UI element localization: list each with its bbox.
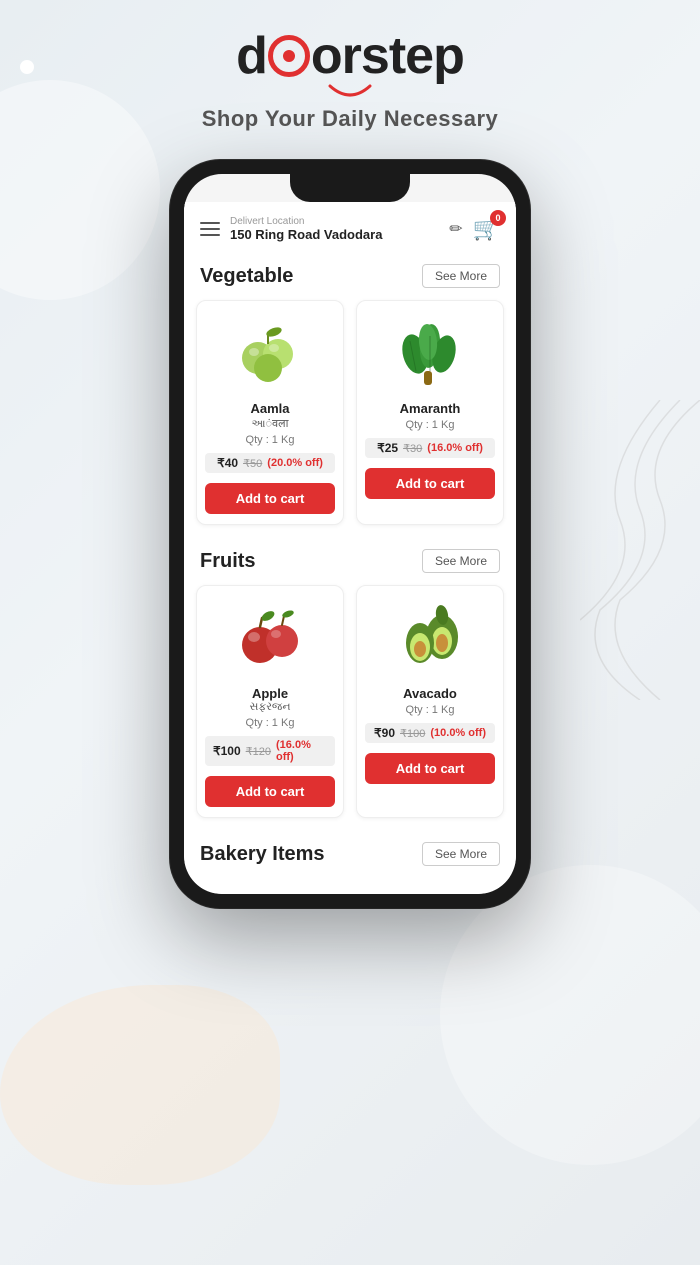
aamla-image <box>225 313 315 393</box>
amaranth-price-row: ₹25 ₹30 (16.0% off) <box>365 438 495 458</box>
product-card-aamla: Aamla આंवला Qty : 1 Kg ₹40 ₹50 (20.0% of… <box>196 300 344 525</box>
aamla-price-row: ₹40 ₹50 (20.0% off) <box>205 453 335 473</box>
fruits-section-header: Fruits See More <box>184 537 516 581</box>
vegetable-see-more-button[interactable]: See More <box>422 264 500 288</box>
logo: d orstep <box>202 30 499 82</box>
screen-content: Delivert Location 150 Ring Road Vadodara… <box>184 202 516 894</box>
apple-price-current: ₹100 <box>213 744 241 758</box>
aamla-name-sub: આंवला <box>252 416 289 431</box>
vegetable-product-grid: Aamla આंवला Qty : 1 Kg ₹40 ₹50 (20.0% of… <box>184 296 516 537</box>
top-bar: Delivert Location 150 Ring Road Vadodara… <box>184 202 516 252</box>
aamla-name: Aamla <box>250 401 289 416</box>
amaranth-price-discount: (16.0% off) <box>427 442 483 454</box>
avacado-add-to-cart-button[interactable]: Add to cart <box>365 753 495 784</box>
location-address: 150 Ring Road Vadodara <box>230 227 449 242</box>
aamla-price-current: ₹40 <box>217 456 238 470</box>
app-header: d orstep Shop Your Daily Necessary <box>202 30 499 132</box>
bg-decoration-blob <box>0 985 280 1185</box>
avacado-image <box>385 598 475 678</box>
amaranth-svg <box>390 316 470 391</box>
cart-icon-wrap[interactable]: 🛒 0 <box>473 216 500 242</box>
product-card-avacado: Avacado Qty : 1 Kg ₹90 ₹100 (10.0% off) … <box>356 585 504 818</box>
amaranth-qty: Qty : 1 Kg <box>406 419 455 431</box>
apple-name: Apple <box>252 686 288 701</box>
fruits-product-grid: Apple સફરજન Qty : 1 Kg ₹100 ₹120 (16.0% … <box>184 581 516 830</box>
product-card-apple: Apple સફરજન Qty : 1 Kg ₹100 ₹120 (16.0% … <box>196 585 344 818</box>
hamburger-line1 <box>200 222 220 224</box>
apple-qty: Qty : 1 Kg <box>246 717 295 729</box>
phone-screen: Delivert Location 150 Ring Road Vadodara… <box>184 174 516 894</box>
logo-o-icon <box>268 35 310 77</box>
bakery-see-more-button[interactable]: See More <box>422 842 500 866</box>
apple-image <box>225 598 315 678</box>
aamla-price-discount: (20.0% off) <box>267 457 323 469</box>
avacado-price-old: ₹100 <box>400 727 425 740</box>
tagline: Shop Your Daily Necessary <box>202 106 499 132</box>
apple-price-old: ₹120 <box>246 745 271 758</box>
amaranth-price-current: ₹25 <box>377 441 398 455</box>
top-icons: ✏ 🛒 0 <box>449 216 500 242</box>
hamburger-line2 <box>200 228 220 230</box>
bakery-title: Bakery Items <box>200 843 325 866</box>
avacado-name: Avacado <box>403 686 457 701</box>
aamla-qty: Qty : 1 Kg <box>246 434 295 446</box>
fruits-title: Fruits <box>200 550 256 573</box>
vegetable-title: Vegetable <box>200 265 293 288</box>
logo-orstep: orstep <box>311 30 464 82</box>
aamla-add-to-cart-button[interactable]: Add to cart <box>205 483 335 514</box>
phone-mockup: Delivert Location 150 Ring Road Vadodara… <box>170 160 530 908</box>
phone-notch <box>290 174 410 202</box>
bakery-section-header: Bakery Items See More <box>184 830 516 874</box>
amaranth-add-to-cart-button[interactable]: Add to cart <box>365 468 495 499</box>
avacado-svg <box>390 601 470 676</box>
avacado-qty: Qty : 1 Kg <box>406 704 455 716</box>
amaranth-price-old: ₹30 <box>403 442 422 455</box>
phone-outer: Delivert Location 150 Ring Road Vadodara… <box>170 160 530 908</box>
logo-smile-icon <box>325 84 375 102</box>
bg-decoration-dot <box>20 60 34 74</box>
apple-add-to-cart-button[interactable]: Add to cart <box>205 776 335 807</box>
vegetable-section-header: Vegetable See More <box>184 252 516 296</box>
apple-svg <box>230 601 310 676</box>
logo-d: d <box>236 30 267 82</box>
avacado-price-row: ₹90 ₹100 (10.0% off) <box>365 723 495 743</box>
apple-price-discount: (16.0% off) <box>276 739 327 763</box>
location-info: Delivert Location 150 Ring Road Vadodara <box>230 216 449 242</box>
aamla-price-old: ₹50 <box>243 457 262 470</box>
avacado-price-discount: (10.0% off) <box>430 727 486 739</box>
amaranth-name: Amaranth <box>400 401 461 416</box>
location-label: Delivert Location <box>230 216 449 227</box>
aamla-svg <box>230 316 310 391</box>
hamburger-menu[interactable] <box>200 222 220 236</box>
bg-decoration-circle1 <box>0 80 160 300</box>
hamburger-line3 <box>200 234 220 236</box>
amaranth-image <box>385 313 475 393</box>
bg-decoration-circle2 <box>440 865 700 1165</box>
apple-price-row: ₹100 ₹120 (16.0% off) <box>205 736 335 766</box>
cart-badge: 0 <box>490 210 506 226</box>
edit-icon[interactable]: ✏ <box>449 219 462 239</box>
product-card-amaranth: Amaranth Qty : 1 Kg ₹25 ₹30 (16.0% off) … <box>356 300 504 525</box>
avacado-price-current: ₹90 <box>374 726 395 740</box>
apple-name-sub: સફરજન <box>249 701 290 714</box>
bg-decoration-lines <box>580 400 700 700</box>
fruits-see-more-button[interactable]: See More <box>422 549 500 573</box>
